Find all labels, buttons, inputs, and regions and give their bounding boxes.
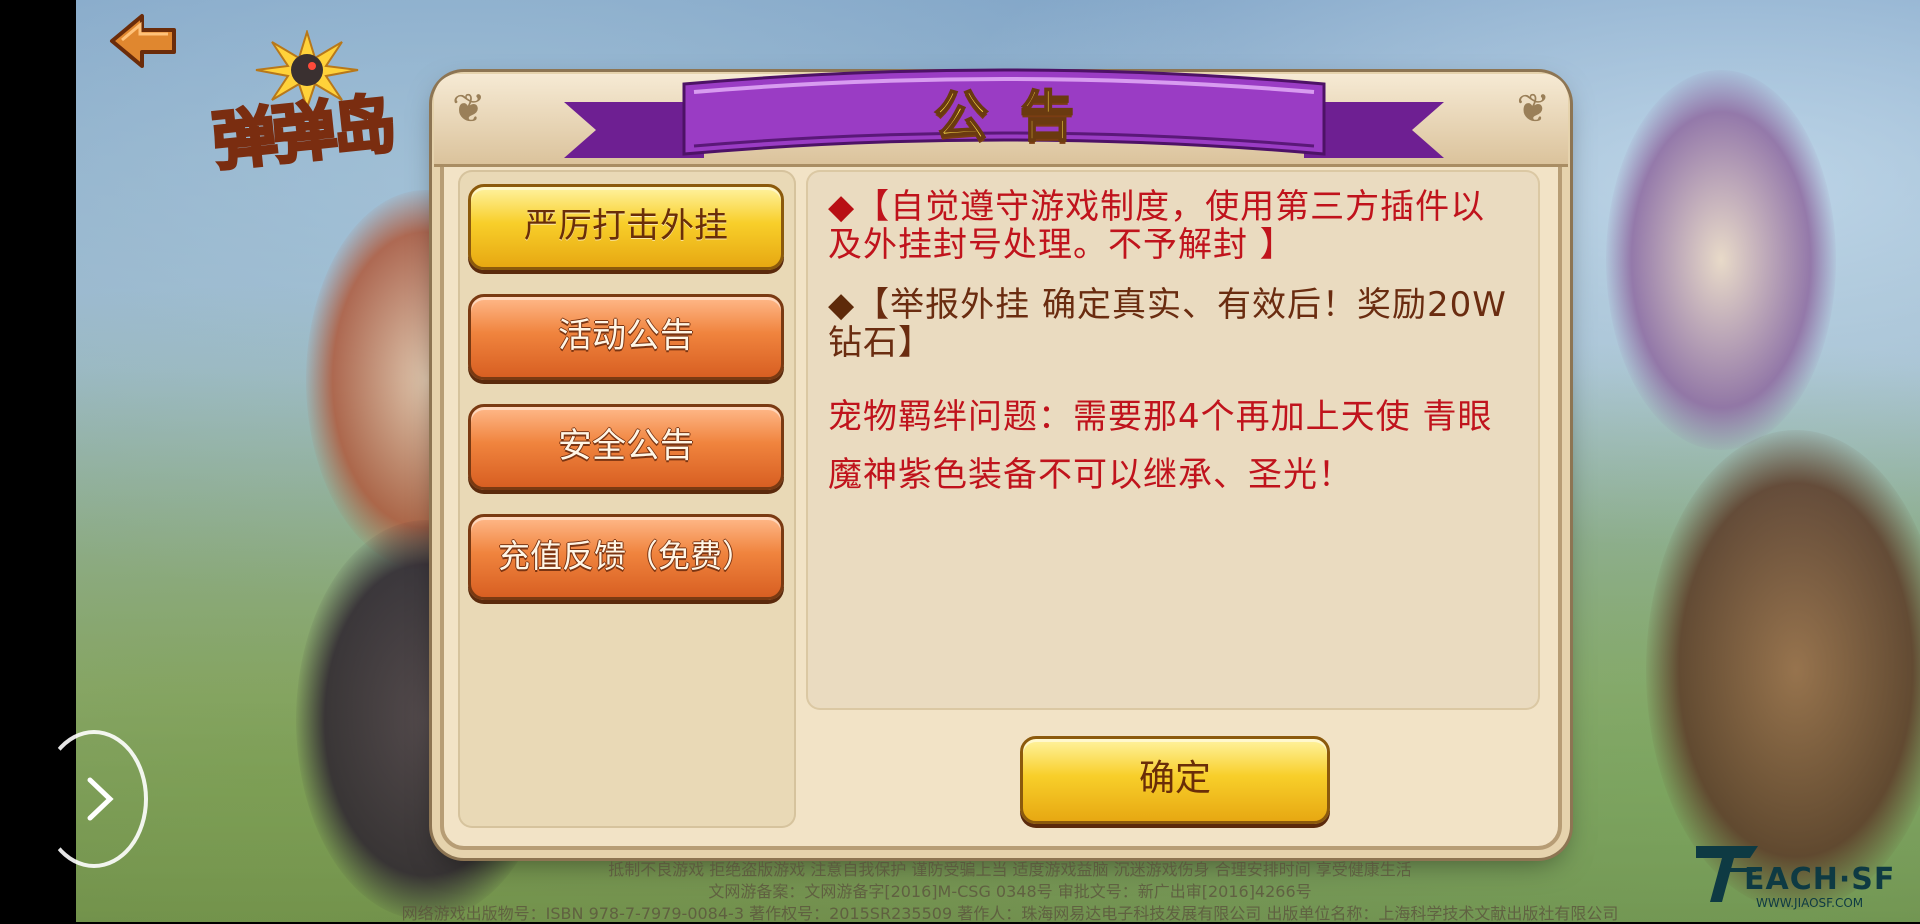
notice-text: 【举报外挂 确定真实、有效后！奖励20W钻石】 (828, 285, 1507, 363)
notice-text: 【自觉遵守游戏制度，使用第三方插件以及外挂封号处理。不予解封 】 (828, 187, 1486, 265)
diamond-bullet-icon: ◆ (828, 285, 856, 325)
footer-publication: 网络游戏出版物号：ISBN 978-7-7979-0084-3 著作权号：201… (401, 904, 1619, 923)
footer-license: 文网游备案：文网游备字[2016]M-CSG 0348号 审批文号：新广出审[2… (708, 882, 1312, 901)
tab-recharge-feedback[interactable]: 充值反馈（免费） (468, 514, 784, 600)
tab-security-notice[interactable]: 安全公告 (468, 404, 784, 490)
tab-anti-cheat[interactable]: 严厉打击外挂 (468, 184, 784, 270)
watermark: EACH·SF WWW.JIAOSF.COM (1692, 836, 1896, 910)
footer-health-notice: 抵制不良游戏 拒绝盗版游戏 注意自我保护 谨防受骗上当 适度游戏益脑 沉迷游戏伤… (608, 860, 1412, 879)
notice-paragraph: ◆【举报外挂 确定真实、有效后！奖励20W钻石】 (828, 286, 1518, 362)
watermark-text: EACH·SF (1744, 862, 1896, 897)
confirm-button[interactable]: 确定 (1020, 736, 1330, 824)
scroll-ornament-left-icon: ❦ (452, 86, 486, 132)
game-logo: 弹弹岛 (208, 30, 452, 182)
notice-paragraph: 宠物羁绊问题：需要那4个再加上天使 青眼魔神紫色装备不可以继承、圣光！ (828, 397, 1493, 495)
chevron-right-icon (87, 777, 114, 821)
notice-paragraph: ◆【自觉遵守游戏制度，使用第三方插件以及外挂封号处理。不予解封 】 (828, 188, 1518, 264)
diamond-bullet-icon: ◆ (828, 187, 856, 227)
watermark-url: WWW.JIAOSF.COM (1756, 896, 1864, 910)
title-ribbon: 公告 (544, 62, 1464, 174)
side-expand-button[interactable] (40, 730, 148, 868)
dialog-title: 公告 (933, 84, 1106, 149)
scroll-ornament-right-icon: ❦ (1516, 86, 1550, 132)
notice-content: ◆【自觉遵守游戏制度，使用第三方插件以及外挂封号处理。不予解封 】 ◆【举报外挂… (806, 170, 1540, 710)
announcement-dialog: ❦ ❦ 公告 严厉打击外挂 活动公告 安全公告 充值反馈（免费） ◆【自觉遵守游… (434, 68, 1568, 850)
tab-event-notice[interactable]: 活动公告 (468, 294, 784, 380)
back-arrow-icon[interactable] (108, 10, 178, 72)
tab-panel: 严厉打击外挂 活动公告 安全公告 充值反馈（免费） (458, 170, 796, 828)
logo-text: 弹弹岛 (208, 85, 398, 181)
character-blonde-girl (1606, 70, 1836, 450)
